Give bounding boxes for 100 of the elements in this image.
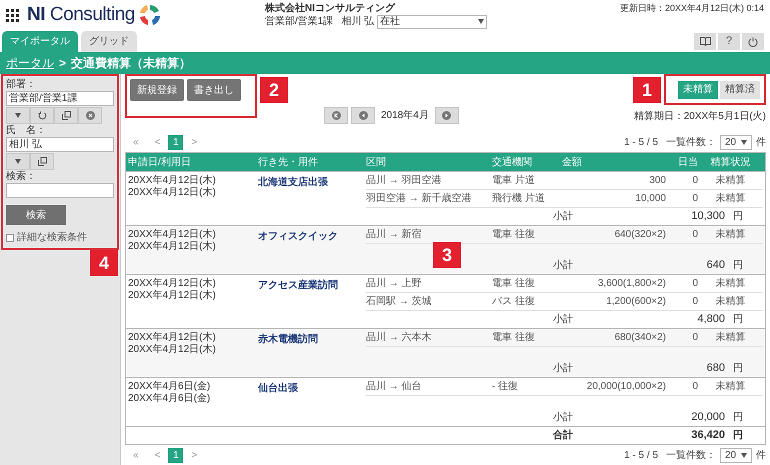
subtotal-label: 小計 xyxy=(553,258,574,273)
action-button[interactable]: 新規登録 xyxy=(130,79,184,101)
table-cell-text: 品川 → 六本木 xyxy=(366,330,433,345)
reset-button[interactable] xyxy=(30,107,54,124)
logo-icon xyxy=(138,4,161,26)
status-filter-button[interactable]: 未精算 xyxy=(678,80,718,98)
app-grid-icon[interactable] xyxy=(6,8,19,22)
subtotal-value: 4,800 xyxy=(696,312,725,328)
page-title: 交通費精算（未精算） xyxy=(71,55,192,72)
name-field[interactable]: 相川 弘 xyxy=(6,137,114,152)
destination-link[interactable]: 北海道支店出張 xyxy=(258,177,328,188)
subtotal-value: 680 xyxy=(706,361,725,376)
portal-tab[interactable]: マイポータル xyxy=(2,31,78,52)
previous-page-link[interactable]: < xyxy=(146,134,168,150)
destination-link[interactable]: オフィスクイック xyxy=(258,231,338,242)
column-header: 日当 xyxy=(677,156,698,170)
date-text: 20XX年4月12日(木) xyxy=(128,290,217,302)
presence-select[interactable]: 在社 xyxy=(377,14,488,28)
caret-icon xyxy=(478,19,484,24)
currency-label: 円 xyxy=(733,411,743,425)
per-page-select[interactable]: 20 xyxy=(720,448,752,462)
table-cell-text: 品川 → 羽田空港 xyxy=(366,174,443,188)
currency-label: 円 xyxy=(733,259,743,273)
dropdown-button[interactable] xyxy=(6,153,30,170)
column-header: 金額 xyxy=(562,156,583,170)
table-cell-text: 680(340×2) xyxy=(614,331,666,345)
dropdown-button[interactable] xyxy=(6,107,30,124)
previous-month-button[interactable] xyxy=(351,107,375,124)
search-label: 検索： xyxy=(6,170,37,183)
column-header: 精算状況 xyxy=(710,156,752,170)
action-button[interactable]: 書き出し xyxy=(187,79,241,101)
page-number[interactable]: 1 xyxy=(168,448,184,462)
clear-button[interactable] xyxy=(78,107,102,124)
date-text: 20XX年4月12日(木) xyxy=(128,229,217,240)
result-range: 1 - 5 / 5 xyxy=(624,448,658,462)
per-page-select[interactable]: 20 xyxy=(720,134,752,150)
search-field[interactable] xyxy=(6,183,114,198)
advanced-checkbox[interactable] xyxy=(6,234,14,242)
table-cell-text: 電車 往復 xyxy=(492,228,536,242)
close-icon xyxy=(86,111,94,120)
date-text: 20XX年4月12日(木) xyxy=(128,241,217,253)
subtotal-value: 10,300 xyxy=(690,209,725,224)
destination-link[interactable]: 赤木電機訪問 xyxy=(258,334,318,345)
next-month-button[interactable] xyxy=(434,107,459,124)
callout-number: 2 xyxy=(260,77,288,103)
table-cell-text: 飛行機 片道 xyxy=(492,192,546,206)
name-label: 氏 名： xyxy=(6,124,47,137)
table-cell-text: 電車 往復 xyxy=(492,276,536,291)
updated-time: 更新日時：20XX年4月12日(木) 0:14 xyxy=(620,2,764,15)
table-cell-text: 未精算 xyxy=(714,294,746,309)
help-button[interactable]: ? xyxy=(718,33,740,50)
table-cell-text: 0 xyxy=(691,331,698,345)
date-text: 20XX年4月12日(木) xyxy=(128,344,217,356)
copy-button[interactable] xyxy=(30,153,54,170)
page-number[interactable]: 1 xyxy=(168,134,184,150)
per-page-label: 一覧件数： xyxy=(666,136,716,150)
first-month-button[interactable] xyxy=(324,107,348,124)
department-label: 部署： xyxy=(6,78,37,91)
table-cell-text: 20,000(10,000×2) xyxy=(586,380,666,394)
copy-button[interactable] xyxy=(54,107,78,124)
user-name: 相川 弘 xyxy=(341,15,374,28)
callout-number: 4 xyxy=(90,250,118,276)
currency-label: 円 xyxy=(733,362,743,376)
table-cell-text: 640(320×2) xyxy=(614,228,666,242)
company-name: 株式会社NIコンサルティング xyxy=(264,2,396,14)
first-page-link[interactable]: « xyxy=(125,448,147,462)
subtotal-value: 20,000 xyxy=(690,410,725,426)
search-button[interactable]: 検索 xyxy=(6,205,66,225)
next-page-link[interactable]: > xyxy=(183,448,206,462)
breadcrumb-link[interactable]: ポータル xyxy=(6,54,54,72)
caret-icon xyxy=(741,452,747,458)
month-label: 2018年4月 xyxy=(381,109,429,123)
result-range: 1 - 5 / 5 xyxy=(624,136,658,150)
table-cell-text: 10,000 xyxy=(634,192,666,206)
first-page-link[interactable]: « xyxy=(125,134,147,150)
rewind-icon xyxy=(332,111,340,120)
table-cell-text: 未精算 xyxy=(714,276,746,291)
logout-button[interactable] xyxy=(742,33,764,50)
table-cell-text: 未精算 xyxy=(714,192,746,206)
refresh-icon xyxy=(38,111,46,120)
table-cell-text: 羽田空港 → 新千歳空港 xyxy=(366,192,473,206)
status-filter-button[interactable]: 精算済 xyxy=(720,80,760,98)
total-label: 合計 xyxy=(553,428,574,443)
table-cell-text: 電車 往復 xyxy=(492,330,536,345)
subtotal-value: 640 xyxy=(706,258,725,274)
callout-number: 1 xyxy=(633,77,661,103)
logo-text: NI Consulting xyxy=(27,2,135,27)
destination-link[interactable]: アクセス産業訪問 xyxy=(258,280,338,291)
table-cell-text: バス 往復 xyxy=(492,294,536,309)
table-cell-text: 未精算 xyxy=(714,174,746,188)
manual-book-button[interactable] xyxy=(694,33,716,50)
table-cell-text: 0 xyxy=(691,174,698,188)
department-field[interactable]: 営業部/営業1課 xyxy=(6,91,114,106)
next-page-link[interactable]: > xyxy=(183,134,206,150)
portal-tab[interactable]: グリッド xyxy=(81,31,137,52)
table-cell-text: 0 xyxy=(691,228,698,242)
destination-link[interactable]: 仙台出張 xyxy=(258,383,298,394)
column-header: 区間 xyxy=(366,156,387,170)
previous-page-link[interactable]: < xyxy=(146,448,168,462)
subtotal-label: 小計 xyxy=(553,312,574,327)
